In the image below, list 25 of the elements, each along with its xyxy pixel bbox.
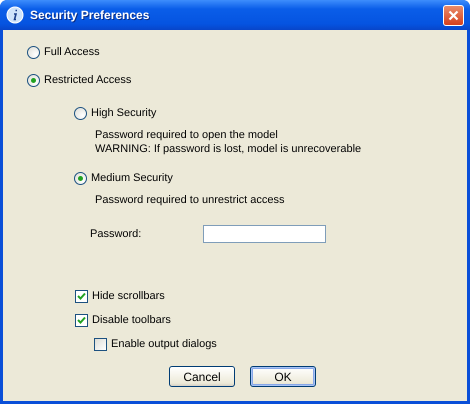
close-icon bbox=[448, 10, 459, 20]
cancel-button[interactable]: Cancel bbox=[169, 366, 235, 387]
radio-button[interactable] bbox=[27, 74, 40, 86]
checkbox-label: Enable output dialogs bbox=[111, 338, 217, 350]
radio-label: Full Access bbox=[44, 46, 100, 58]
checkbox[interactable] bbox=[94, 338, 107, 350]
checkbox[interactable] bbox=[75, 314, 88, 326]
radio-label: Medium Security bbox=[91, 172, 173, 184]
password-field[interactable] bbox=[203, 225, 326, 243]
ok-button[interactable]: OK bbox=[250, 366, 316, 387]
checkbox-label: Hide scrollbars bbox=[92, 290, 165, 302]
radio-button[interactable] bbox=[27, 46, 40, 58]
info-icon bbox=[6, 6, 24, 24]
password-label: Password: bbox=[90, 228, 142, 240]
radio-label: Restricted Access bbox=[44, 74, 132, 86]
window-title: Security Preferences bbox=[30, 8, 150, 22]
close-button[interactable] bbox=[443, 4, 464, 26]
description-text: Password required to open the model bbox=[95, 128, 279, 142]
checkbox-label: Disable toolbars bbox=[92, 314, 171, 326]
checkbox[interactable] bbox=[75, 290, 88, 302]
radio-label: High Security bbox=[91, 107, 156, 119]
description-text: Password required to unrestrict access bbox=[95, 193, 286, 207]
description-text: WARNING: If password is lost, model is unrecoverable bbox=[95, 142, 362, 156]
radio-button[interactable] bbox=[74, 172, 87, 184]
radio-button[interactable] bbox=[74, 106, 87, 120]
